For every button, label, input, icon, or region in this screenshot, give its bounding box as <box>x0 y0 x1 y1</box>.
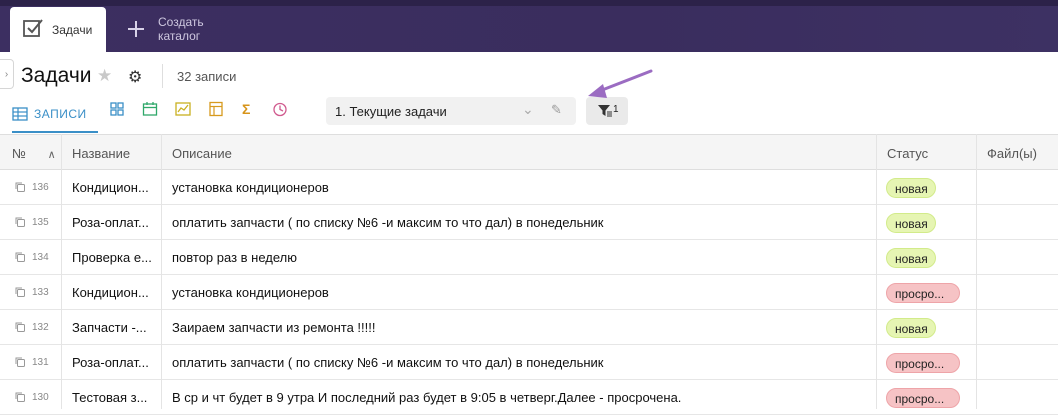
chevron-down-icon[interactable]: ⌄ <box>522 101 534 118</box>
column-divider <box>61 134 62 409</box>
copy-icon[interactable] <box>14 216 26 228</box>
table-row[interactable]: 134 Проверка е... повтор раз в неделю новая <box>0 240 1058 275</box>
view-records-tab[interactable]: ЗАПИСИ <box>12 96 98 133</box>
tiles-icon[interactable] <box>109 101 125 117</box>
table-header: № ∧ Название Описание Статус Файл(ы) <box>0 134 1058 170</box>
filter-count: 1 <box>613 104 619 115</box>
table-row[interactable]: 135 Роза-оплат... оплатить запчасти ( по с… <box>0 205 1058 240</box>
filter-select[interactable]: 1. Текущие задачи ⌄ ✎ <box>326 97 576 125</box>
column-header-name[interactable]: Название <box>72 135 130 170</box>
row-number: 136 <box>32 182 49 193</box>
status-badge: просро... <box>886 283 960 303</box>
divider <box>162 64 163 88</box>
top-bar: Задачи Создать каталог <box>0 0 1058 52</box>
chart-icon[interactable] <box>175 101 191 117</box>
row-name[interactable]: Кондицион... <box>72 275 158 309</box>
status-badge: просро... <box>886 353 960 373</box>
table-row[interactable]: 131 Роза-оплат... оплатить запчасти ( по с… <box>0 345 1058 380</box>
plus-icon <box>128 21 144 37</box>
column-header-files[interactable]: Файл(ы) <box>987 135 1037 170</box>
column-header-number[interactable]: № ∧ <box>12 135 56 170</box>
create-catalog-button[interactable]: Создать каталог <box>128 14 218 44</box>
sidebar-toggle[interactable]: › <box>0 59 14 89</box>
status-badge: новая <box>886 178 936 198</box>
copy-icon[interactable] <box>14 286 26 298</box>
row-name[interactable]: Проверка е... <box>72 240 158 274</box>
table-row[interactable]: 136 Кондицион... установка кондиционеров но… <box>0 170 1058 205</box>
column-divider <box>876 134 877 409</box>
tab-tasks-label: Задачи <box>52 23 93 37</box>
row-name[interactable]: Роза-оплат... <box>72 205 158 239</box>
record-count: 32 записи <box>177 69 237 84</box>
tab-tasks[interactable]: Задачи <box>10 7 106 52</box>
page-title: Задачи <box>21 64 92 87</box>
row-name[interactable]: Кондицион... <box>72 170 158 204</box>
status-badge: новая <box>886 318 936 338</box>
table-row[interactable]: 130 Тестовая з... В ср и чт будет в 9 утра… <box>0 380 1058 415</box>
filter-icon <box>598 105 612 117</box>
table-row[interactable]: 132 Запчасти -... Заиpaем запчасти из ремо… <box>0 310 1058 345</box>
status-badge: новая <box>886 248 936 268</box>
report-icon[interactable] <box>208 101 224 117</box>
create-catalog-label: Создать каталог <box>158 15 204 43</box>
view-records-label: ЗАПИСИ <box>34 106 87 121</box>
calendar-icon[interactable] <box>142 101 158 117</box>
row-name[interactable]: Запчасти -... <box>72 310 158 344</box>
checkbox-icon <box>23 19 43 37</box>
row-number: 132 <box>32 322 49 333</box>
row-description: оплатить запчасти ( по списку №6 -и макс… <box>172 215 604 230</box>
sum-icon[interactable]: Σ <box>242 101 258 117</box>
status-badge: новая <box>886 213 936 233</box>
column-divider <box>976 134 977 409</box>
row-name[interactable]: Роза-оплат... <box>72 345 158 379</box>
copy-icon[interactable] <box>14 321 26 333</box>
column-header-description[interactable]: Описание <box>172 135 232 170</box>
table-row[interactable]: 133 Кондицион... установка кондиционеров пр… <box>0 275 1058 310</box>
chevron-right-icon: › <box>4 68 9 80</box>
row-description: оплатить запчасти ( по списку №6 -и макс… <box>172 355 604 370</box>
row-number: 133 <box>32 287 49 298</box>
copy-icon[interactable] <box>14 391 26 403</box>
column-header-status[interactable]: Статус <box>887 135 928 170</box>
copy-icon[interactable] <box>14 356 26 368</box>
gear-icon[interactable]: ⚙ <box>128 67 142 87</box>
row-description: установка кондиционеров <box>172 285 329 300</box>
copy-icon[interactable] <box>14 181 26 193</box>
row-number: 131 <box>32 357 49 368</box>
top-strip <box>0 0 1058 6</box>
row-description: Заиpaем запчасти из ремонта !!!!! <box>172 320 376 335</box>
status-badge: просро... <box>886 388 960 408</box>
copy-icon[interactable] <box>14 251 26 263</box>
column-divider <box>161 134 162 409</box>
row-description: установка кондиционеров <box>172 180 329 195</box>
row-number: 134 <box>32 252 49 263</box>
star-icon[interactable]: ★ <box>97 66 112 86</box>
pencil-icon[interactable]: ✎ <box>551 102 562 118</box>
timeline-icon[interactable] <box>272 101 288 117</box>
row-description: повтор раз в неделю <box>172 250 298 265</box>
annotation-arrow <box>588 69 653 98</box>
sort-asc-icon[interactable]: ∧ <box>48 149 56 161</box>
filter-select-label: 1. Текущие задачи <box>335 104 447 119</box>
row-number: 135 <box>32 217 49 228</box>
table-icon <box>12 106 28 121</box>
